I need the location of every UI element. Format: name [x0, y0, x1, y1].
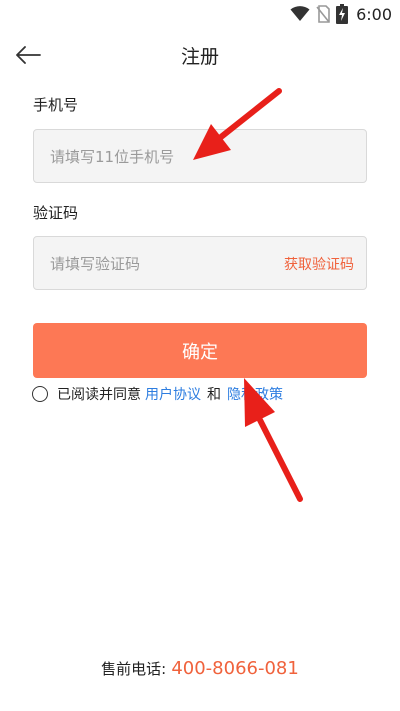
status-time: 6:00 — [356, 4, 392, 24]
app-bar: 注册 — [0, 28, 400, 82]
phone-field[interactable] — [33, 129, 367, 184]
agree-prefix-text: 已阅读并同意 — [57, 387, 141, 403]
code-field[interactable]: 获取验证码 — [33, 236, 367, 291]
status-bar: 6:00 — [0, 0, 400, 28]
page-title: 注册 — [180, 46, 219, 68]
wifi-icon — [290, 6, 310, 22]
battery-charging-icon — [336, 4, 349, 24]
get-code-button[interactable]: 获取验证码 — [284, 254, 354, 274]
no-sim-icon — [316, 5, 330, 23]
sales-phone-number[interactable]: 400-8066-081 — [171, 658, 299, 679]
privacy-policy-link[interactable]: 隐私政策 — [227, 384, 283, 404]
sales-phone-row: 售前电话: 400-8066-081 — [0, 658, 400, 679]
agree-and-text: 和 — [207, 387, 221, 403]
agree-radio[interactable] — [32, 386, 48, 402]
code-input[interactable] — [48, 237, 272, 291]
phone-label: 手机号 — [33, 96, 79, 114]
code-label: 验证码 — [33, 204, 79, 222]
confirm-button[interactable]: 确定 — [33, 323, 367, 378]
sales-phone-label: 售前电话: — [101, 660, 167, 678]
status-icons: 6:00 — [290, 3, 392, 25]
user-agreement-link[interactable]: 用户协议 — [145, 384, 201, 404]
phone-input[interactable] — [48, 130, 272, 184]
agreement-row: 已阅读并同意 用户协议 和 隐私政策 — [32, 383, 287, 405]
